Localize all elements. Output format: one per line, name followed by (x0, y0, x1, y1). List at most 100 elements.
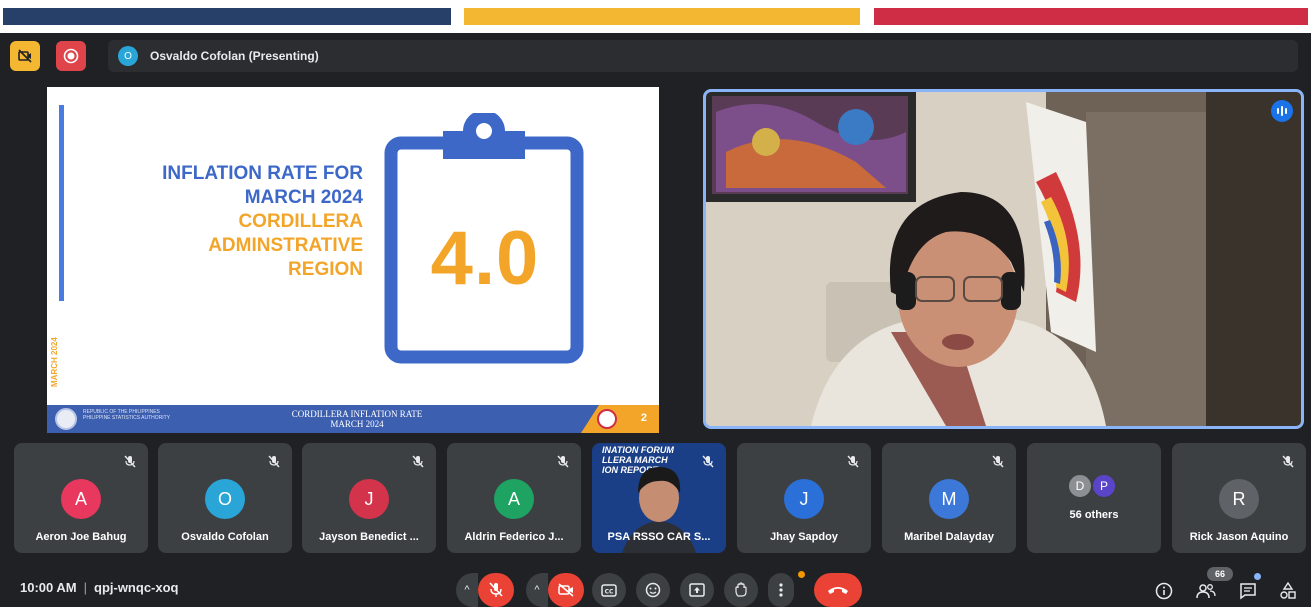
participant-tile[interactable]: M Maribel Dalayday (882, 443, 1016, 553)
slide-footer: REPUBLIC OF THE PHILIPPINES PHILIPPINE S… (47, 405, 659, 433)
chat-unread-dot (1254, 573, 1261, 580)
participant-name: Aldrin Federico J... (464, 531, 564, 543)
recording-button[interactable] (56, 41, 86, 71)
participant-name: PSA RSSO CAR S... (607, 531, 711, 543)
slide-region-line: CORDILLERA (238, 211, 363, 232)
slide-region-line: ADMINSTRATIVE (208, 235, 363, 256)
header-stripe-navy (3, 8, 451, 25)
presentation-slide[interactable]: MARCH 2024 INFLATION RATE FOR MARCH 2024… (47, 87, 659, 433)
participant-tile[interactable]: J Jhay Sapdoy (737, 443, 871, 553)
participant-tile[interactable]: J Jayson Benedict ... (302, 443, 436, 553)
participant-name: Jayson Benedict ... (319, 531, 419, 543)
mic-off-icon (557, 455, 569, 468)
header-stripe-gold (464, 8, 860, 25)
slide-title: INFLATION RATE FOR MARCH 2024 CORDILLERA… (87, 162, 363, 282)
others-avatar: D (1067, 473, 1093, 499)
chat-button[interactable] (1234, 577, 1262, 605)
end-call-icon (828, 587, 848, 594)
slide-title-line: MARCH 2024 (244, 187, 363, 208)
inflation-rate-value: 4.0 (430, 216, 540, 301)
more-vertical-icon (779, 583, 783, 597)
leave-call-button[interactable] (814, 573, 862, 607)
speaking-indicator (1271, 100, 1293, 122)
people-icon (1196, 584, 1216, 599)
seal-logo-icon (597, 409, 617, 429)
participant-name: Jhay Sapdoy (770, 531, 838, 543)
slide-title-line: INFLATION RATE FOR (162, 163, 363, 184)
presenter-indicator[interactable]: O Osvaldo Cofolan (Presenting) (108, 40, 1298, 72)
notification-dot (798, 571, 805, 578)
mic-toggle-button[interactable] (478, 573, 514, 607)
raise-hand-button[interactable] (724, 573, 758, 607)
header-stripe-red (874, 8, 1308, 25)
participant-avatar: O (205, 479, 245, 519)
participant-name: Aeron Joe Bahug (35, 531, 127, 543)
emoji-icon (645, 582, 661, 598)
mic-off-icon (268, 455, 280, 468)
reactions-button[interactable] (636, 573, 670, 607)
slide-footer-title: CORDILLERA INFLATION RATE MARCH 2024 (247, 409, 467, 429)
mic-off-icon (489, 582, 503, 597)
slide-region-line: REGION (288, 259, 363, 280)
footer-agency-line: PHILIPPINE STATISTICS AUTHORITY (83, 415, 171, 421)
info-icon (1155, 582, 1173, 600)
meeting-info: 10:00 AM | qpj-wnqc-xoq (20, 580, 179, 595)
participant-avatar: M (929, 479, 969, 519)
slide-vertical-label: MARCH 2024 (50, 337, 59, 387)
captions-button[interactable]: CC (592, 573, 626, 607)
camera-off-icon (558, 583, 574, 597)
participant-name: Maribel Dalayday (904, 531, 994, 543)
more-options-button[interactable] (768, 573, 794, 607)
audio-level-bar (1285, 108, 1287, 114)
psa-logo-icon (55, 408, 77, 430)
camera-off-button[interactable] (10, 41, 40, 71)
footer-orange-block (581, 405, 659, 433)
camera-toggle-button[interactable] (548, 573, 584, 607)
others-tile[interactable]: D P 56 others (1027, 443, 1161, 553)
others-count-label: 56 others (1069, 509, 1119, 521)
present-screen-icon (689, 583, 705, 597)
presenter-label: Osvaldo Cofolan (Presenting) (150, 49, 319, 63)
info-separator: | (83, 580, 87, 595)
audio-options-button[interactable]: ^ (456, 573, 478, 607)
camera-off-icon (18, 49, 32, 63)
meeting-time: 10:00 AM (20, 580, 77, 595)
top-bar: O Osvaldo Cofolan (Presenting) (0, 33, 1311, 77)
presenter-avatar: O (118, 46, 138, 66)
participant-tile-camera[interactable]: INATION FORUM LLERA MARCH ION REPORT PSA… (592, 443, 726, 553)
meeting-details-button[interactable] (1150, 577, 1178, 605)
participant-avatar: A (494, 479, 534, 519)
closed-captions-icon: CC (601, 583, 617, 597)
participant-avatar: R (1219, 479, 1259, 519)
participant-tile[interactable]: R Rick Jason Aquino (1172, 443, 1306, 553)
mic-off-icon (992, 455, 1004, 468)
meeting-code[interactable]: qpj-wnqc-xoq (94, 580, 179, 595)
speaker-video-feed (706, 92, 1301, 426)
participant-tile[interactable]: O Osvaldo Cofolan (158, 443, 292, 553)
participant-name: Osvaldo Cofolan (181, 531, 269, 543)
slide-accent-bar (59, 105, 64, 301)
participant-tile[interactable]: A Aldrin Federico J... (447, 443, 581, 553)
speaker-video[interactable] (703, 89, 1304, 429)
svg-text:CC: CC (605, 588, 614, 595)
mic-off-icon (702, 455, 714, 468)
video-options-button[interactable]: ^ (526, 573, 548, 607)
audio-level-bar (1281, 106, 1283, 116)
participant-avatar: J (784, 479, 824, 519)
mic-off-icon (1282, 455, 1294, 468)
recording-icon (63, 48, 79, 64)
footer-title-line: CORDILLERA INFLATION RATE (291, 409, 423, 419)
slide-page-number: 2 (640, 412, 647, 424)
mic-off-icon (412, 455, 424, 468)
mic-off-icon (847, 455, 859, 468)
participant-tile[interactable]: A Aeron Joe Bahug (14, 443, 148, 553)
chevron-up-icon: ^ (464, 584, 470, 596)
activities-button[interactable] (1274, 577, 1302, 605)
slide-footer-agency: REPUBLIC OF THE PHILIPPINES PHILIPPINE S… (83, 409, 203, 421)
bottom-bar: 10:00 AM | qpj-wnqc-xoq ^ ^ CC 66 (0, 567, 1311, 607)
present-now-button[interactable] (680, 573, 714, 607)
mic-off-icon (124, 455, 136, 468)
chevron-up-icon: ^ (534, 584, 540, 596)
audio-level-icon (1277, 108, 1279, 114)
people-button[interactable] (1192, 577, 1220, 605)
